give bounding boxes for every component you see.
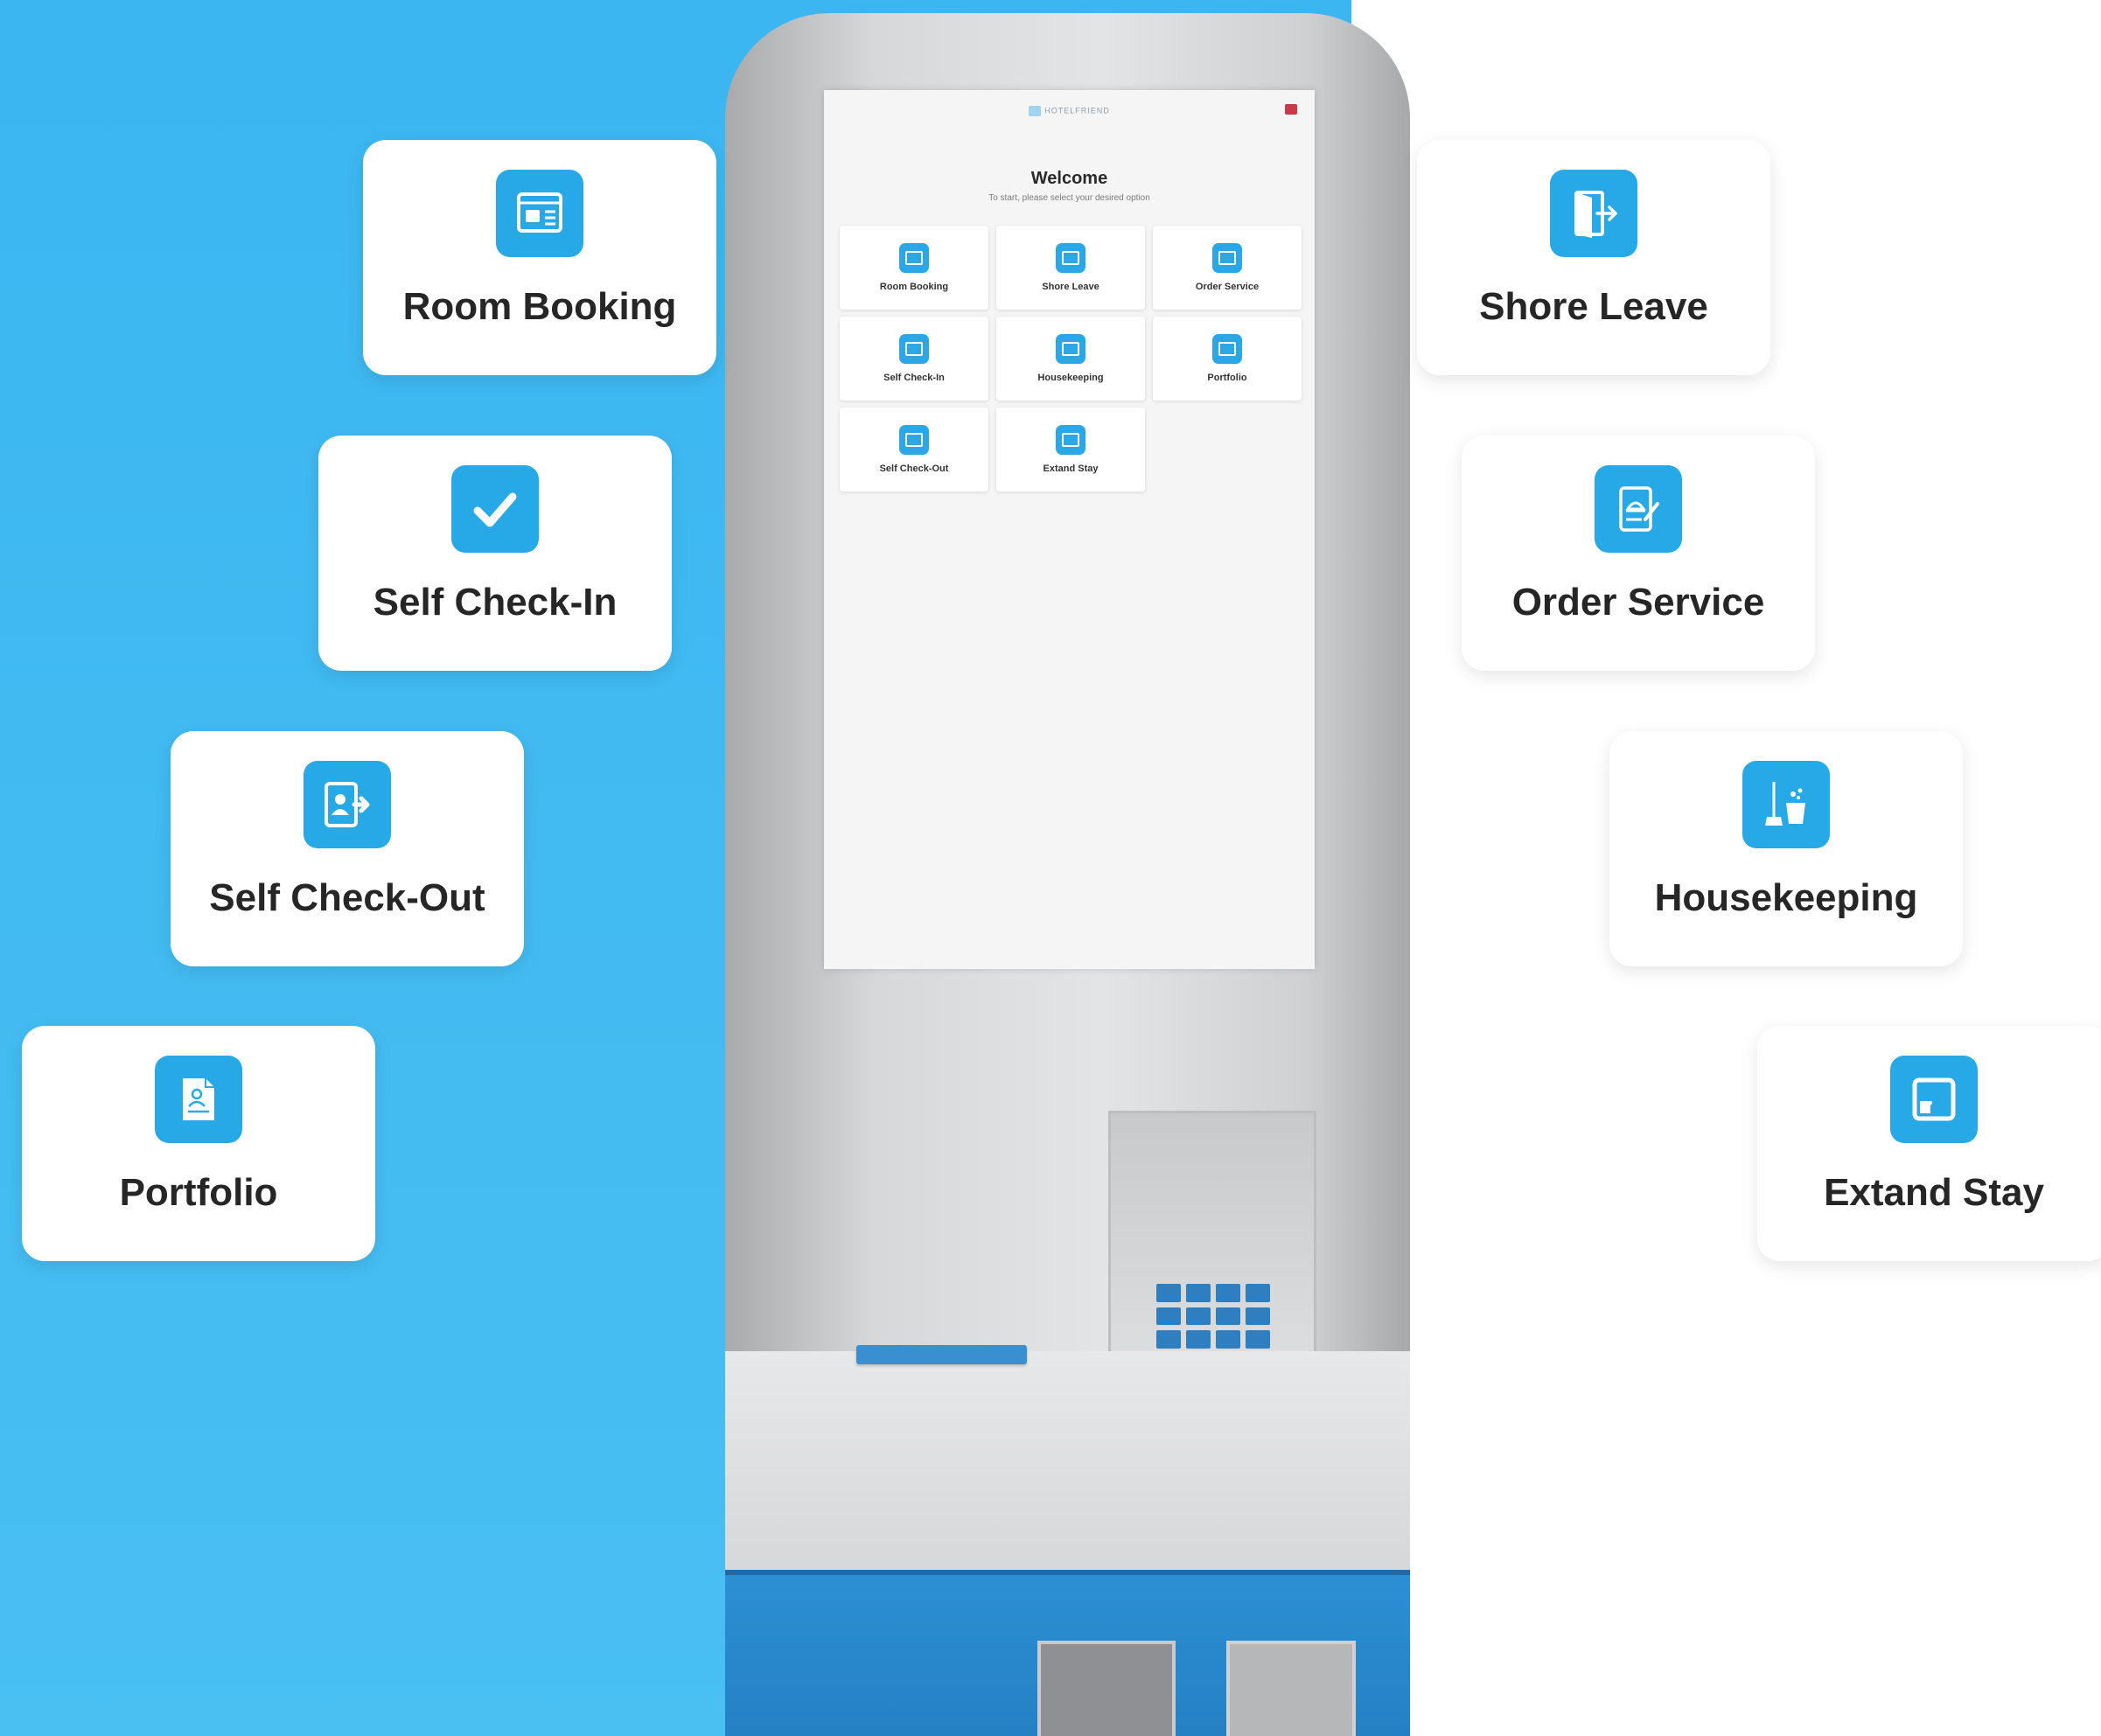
service-bell-clipboard-icon [1595, 465, 1682, 553]
tile-label: Self Check-Out [879, 464, 949, 474]
card-dispenser-slot [856, 1345, 1027, 1364]
language-flag-icon[interactable] [1285, 104, 1297, 115]
broom-bucket-icon [1742, 761, 1830, 848]
logo-icon [1029, 106, 1042, 116]
scanner-slot [1037, 1641, 1176, 1736]
expand-arrow-icon [1056, 425, 1085, 455]
kiosk-welcome-title: Welcome [1030, 169, 1108, 188]
kiosk-tile-extand-stay[interactable]: Extand Stay [996, 408, 1145, 492]
tile-label: Room Booking [879, 282, 949, 292]
feature-card-extand-stay[interactable]: Extand Stay [1757, 1026, 2101, 1261]
kiosk-welcome-subtitle: To start, please select your desired opt… [988, 193, 1150, 203]
feature-label: Self Check-In [373, 581, 618, 624]
tile-label: Shore Leave [1042, 282, 1099, 292]
document-user-icon [155, 1056, 242, 1143]
kiosk-screen: HOTELFRIEND Welcome To start, please sel… [824, 90, 1315, 969]
feature-label: Self Check-Out [209, 876, 485, 919]
tile-label: Extand Stay [1043, 464, 1099, 474]
kiosk-tile-self-check-in[interactable]: Self Check-In [840, 317, 988, 401]
tile-label: Self Check-In [883, 373, 945, 383]
expand-arrow-icon [1890, 1056, 1978, 1143]
kiosk-shelf [725, 1351, 1410, 1587]
tile-label: Housekeeping [1037, 373, 1104, 383]
logo-text: HOTELFRIEND [1044, 106, 1110, 115]
feature-card-shore-leave[interactable]: Shore Leave [1417, 140, 1770, 375]
kiosk-base [725, 1570, 1410, 1736]
tile-label: Portfolio [1207, 373, 1247, 383]
feature-card-portfolio[interactable]: Portfolio [22, 1026, 375, 1261]
feature-card-housekeeping[interactable]: Housekeeping [1609, 731, 1963, 966]
feature-label: Room Booking [402, 285, 677, 328]
feature-label: Portfolio [119, 1171, 278, 1214]
kiosk-tile-shore-leave[interactable]: Shore Leave [996, 226, 1145, 310]
room-booking-icon [899, 243, 929, 273]
printer-slot [1226, 1641, 1356, 1736]
checkmark-icon [899, 334, 929, 364]
door-exit-icon [1056, 243, 1085, 273]
kiosk-tile-self-check-out[interactable]: Self Check-Out [840, 408, 988, 492]
kiosk-tile-portfolio[interactable]: Portfolio [1153, 317, 1302, 401]
tile-label: Order Service [1195, 282, 1260, 292]
service-bell-icon [1212, 243, 1242, 273]
room-booking-icon [496, 170, 583, 257]
kiosk-tile-housekeeping[interactable]: Housekeeping [996, 317, 1145, 401]
feature-label: Housekeeping [1654, 876, 1918, 919]
kiosk-option-grid: Room Booking Shore Leave Order Service S… [840, 226, 1302, 492]
document-user-icon [1212, 334, 1242, 364]
feature-card-order-service[interactable]: Order Service [1462, 436, 1815, 671]
feature-card-room-booking[interactable]: Room Booking [363, 140, 716, 375]
user-exit-icon [304, 761, 391, 848]
user-exit-icon [899, 425, 929, 455]
feature-label: Order Service [1511, 581, 1765, 624]
door-exit-icon [1550, 170, 1637, 257]
kiosk-tile-order-service[interactable]: Order Service [1153, 226, 1302, 310]
feature-label: Extand Stay [1824, 1171, 2044, 1214]
feature-label: Shore Leave [1479, 285, 1708, 328]
kiosk-logo: HOTELFRIEND [824, 106, 1315, 116]
kiosk-machine: HOTELFRIEND Welcome To start, please sel… [725, 13, 1410, 1736]
feature-card-self-check-in[interactable]: Self Check-In [318, 436, 672, 671]
feature-card-self-check-out[interactable]: Self Check-Out [171, 731, 524, 966]
broom-bucket-icon [1056, 334, 1085, 364]
checkmark-icon [451, 465, 539, 553]
kiosk-tile-room-booking[interactable]: Room Booking [840, 226, 988, 310]
